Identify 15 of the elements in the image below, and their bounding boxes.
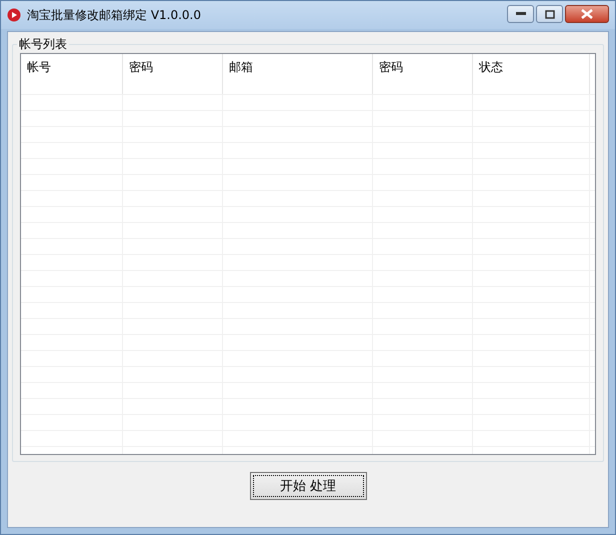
maximize-icon [544, 10, 554, 18]
minimize-button[interactable] [507, 5, 534, 23]
close-icon [581, 9, 593, 19]
column-header[interactable]: 密码 [373, 54, 473, 94]
close-button[interactable] [565, 5, 609, 23]
start-button[interactable]: 开始 处理 [250, 472, 366, 500]
maximize-button[interactable] [536, 5, 563, 23]
column-header[interactable]: 状态 [473, 54, 590, 94]
column-header[interactable]: 帐号 [21, 54, 123, 94]
column-header[interactable]: 密码 [123, 54, 223, 94]
group-label: 帐号列表 [17, 36, 69, 53]
minimize-icon [516, 12, 526, 16]
app-icon [7, 8, 21, 22]
column-header[interactable]: 邮箱 [223, 54, 373, 94]
window-title: 淘宝批量修改邮箱绑定 V1.0.0.0 [27, 6, 202, 24]
